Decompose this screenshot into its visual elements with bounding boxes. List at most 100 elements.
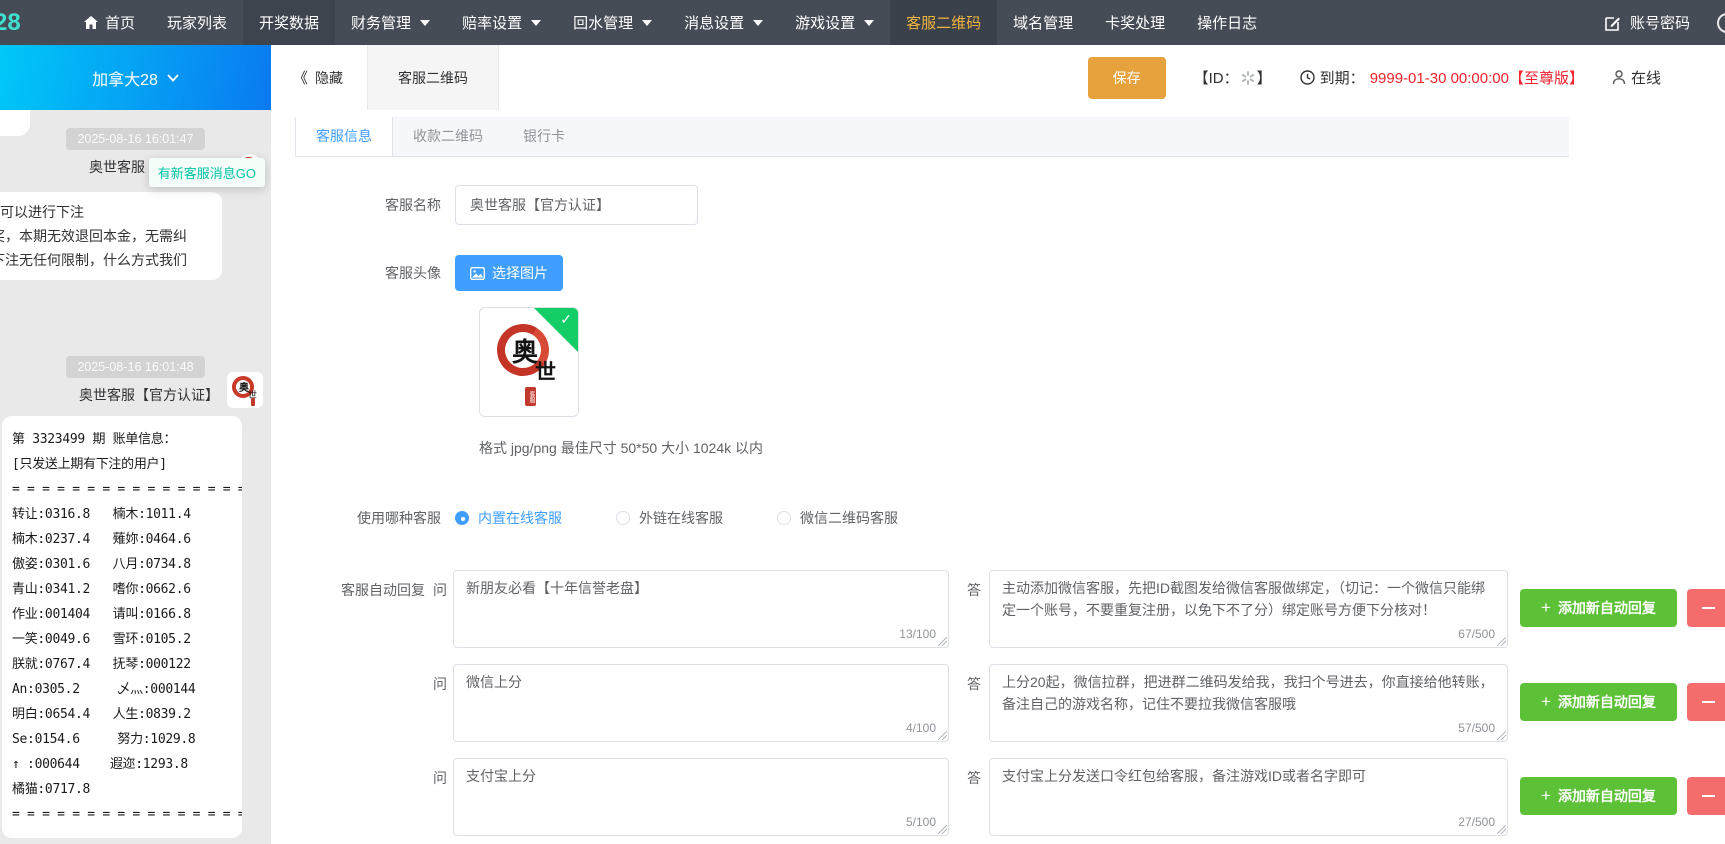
chevron-down-icon [531,20,541,26]
double-angle-left-icon: 《 [293,67,308,88]
delete-auto-reply-button[interactable] [1687,589,1725,627]
account-password-label: 账号密码 [1630,12,1690,33]
answer-mark-label: 答 [967,570,981,600]
nav-item-operation-log[interactable]: 操作日志 [1181,0,1273,45]
service-type-label: 使用哪种客服 [295,508,455,528]
expiry-prefix: 到期： [1320,67,1365,88]
choose-image-button[interactable]: 选择图片 [455,255,563,291]
radio-builtin-online-service[interactable]: 内置在线客服 [455,508,562,528]
image-icon [470,267,485,280]
nav-item-game-settings[interactable]: 游戏设置 [779,0,890,45]
chat-bubble-partial [0,110,30,136]
auto-reply-label: 客服自动回复 [295,570,425,600]
chevron-down-icon [642,20,652,26]
loading-spinner-icon [1241,71,1255,85]
nav-item-home[interactable]: 首页 [68,0,151,45]
plus-icon: + [1541,786,1551,806]
service-avatar-label: 客服头像 [295,263,455,283]
online-status: 在线 [1612,67,1661,88]
delete-auto-reply-button[interactable] [1687,683,1725,721]
auto-reply-row: 客服自动回复 问 新朋友必看【十年信誉老盘】 13/100 答 主动添加微信客服… [295,570,1725,648]
question-textarea[interactable]: 微信上分 4/100 [453,664,949,742]
main-menu: 首页 玩家列表 开奖数据 财务管理 赔率设置 回水管理 消息设置 游戏设置 客服… [68,0,1273,45]
open-page-tab[interactable]: 客服二维码 [367,45,499,110]
char-counter: 5/100 [901,811,936,833]
add-auto-reply-button[interactable]: + 添加新自动回复 [1520,589,1677,627]
hide-sidebar-button[interactable]: 《 隐藏 [293,67,343,88]
chat-timestamp: 2025-08-16 16:01:47 [66,128,204,150]
id-label: 【ID： 】 [1194,67,1272,88]
nav-item-message-settings[interactable]: 消息设置 [668,0,779,45]
save-button[interactable]: 保存 [1088,57,1166,99]
service-name-input[interactable]: 奥世客服【官方认证】 [455,185,698,225]
minus-icon [1702,795,1715,797]
add-auto-reply-button[interactable]: + 添加新自动回复 [1520,777,1677,815]
chat-sender-name: 奥世客服【官方认证】 [79,385,219,405]
auto-reply-row: 问 微信上分 4/100 答 上分20起，微信拉群，把进群二维码发给我，我扫个号… [295,664,1725,742]
chat-sender-row: 奥世客服【官方认证】 奥世 [0,382,263,408]
toolbar-right: 保存 【ID： 】 到期： 9999-01-30 00:00:00【至尊版】 在… [1088,57,1661,99]
nav-item-odds[interactable]: 赔率设置 [446,0,557,45]
plus-icon: + [1541,598,1551,618]
radio-external-online-service[interactable]: 外链在线客服 [616,508,723,528]
question-textarea[interactable]: 支付宝上分 5/100 [453,758,949,836]
service-avatar-row: 客服头像 选择图片 [295,255,1725,291]
service-name-row: 客服名称 奥世客服【官方认证】 [295,185,1725,225]
main-panel: 客服信息 收款二维码 银行卡 客服名称 奥世客服【官方认证】 客服头像 选择图片… [271,110,1725,844]
question-mark-label: 问 [433,758,447,788]
question-mark-label: 问 [433,664,447,694]
minus-icon [1702,701,1715,703]
chevron-down-icon [420,20,430,26]
minus-icon [1702,607,1715,609]
nav-item-players[interactable]: 玩家列表 [151,0,243,45]
content-tabs: 客服信息 收款二维码 银行卡 [295,117,1569,157]
char-counter: 4/100 [901,717,936,739]
radio-icon [777,511,791,525]
game-selector-label: 加拿大28 [92,66,158,90]
radio-icon [455,511,469,525]
delete-auto-reply-button[interactable] [1687,777,1725,815]
add-auto-reply-button[interactable]: + 添加新自动回复 [1520,683,1677,721]
chat-sidebar: 2025-08-16 16:01:47 奥世客服【官方认证】 奥 有新客服消息G… [0,110,271,844]
logout-icon[interactable] [1717,13,1725,33]
chat-message-bubble: 可以进行下注 奖，本期无效退回本金，无需纠 下注无任何限制，什么方式我们 [0,192,222,280]
plus-icon: + [1541,692,1551,712]
answer-textarea[interactable]: 主动添加微信客服，先把ID截图发给微信客服做绑定，（切记：一个微信只能绑定一个账… [989,570,1508,648]
account-password-button[interactable]: 账号密码 [1605,12,1725,33]
nav-item-rebate[interactable]: 回水管理 [557,0,668,45]
chat-message-bubble: 第 3323499 期 账单信息： [只发送上期有下注的用户] = = = = … [2,416,242,838]
char-counter: 57/500 [1453,717,1495,739]
avatar-preview[interactable]: 奥 世 客服 ✓ [479,307,579,417]
nav-item-finance[interactable]: 财务管理 [335,0,446,45]
nav-item-draw-data[interactable]: 开奖数据 [243,0,335,45]
nav-item-service-qrcode[interactable]: 客服二维码 [890,0,997,45]
answer-textarea[interactable]: 支付宝上分发送口令红包给客服，备注游戏ID或者名字即可 27/500 [989,758,1508,836]
answer-textarea[interactable]: 上分20起，微信拉群，把进群二维码发给我，我扫个号进去，你直接给他转账，备注自己… [989,664,1508,742]
auto-reply-row: 问 支付宝上分 5/100 答 支付宝上分发送口令红包给客服，备注游戏ID或者名… [295,758,1725,836]
chevron-down-icon [864,20,874,26]
tab-service-info[interactable]: 客服信息 [295,117,393,156]
radio-icon [616,511,630,525]
char-counter: 67/500 [1453,623,1495,645]
nav-item-label: 首页 [105,12,135,33]
toolbar: 加拿大28 《 隐藏 客服二维码 保存 【ID： 】 到期： 9999-01-3… [0,45,1725,110]
avatar: 奥世 [227,372,263,408]
nav-item-domains[interactable]: 域名管理 [997,0,1089,45]
tab-bank-card[interactable]: 银行卡 [503,117,585,156]
new-message-notification[interactable]: 有新客服消息GO [149,158,265,187]
answer-mark-label: 答 [967,664,981,694]
site-logo: 28 [0,9,28,37]
auto-reply-section: 客服自动回复 问 新朋友必看【十年信誉老盘】 13/100 答 主动添加微信客服… [295,570,1725,844]
answer-mark-label: 答 [967,758,981,788]
avatar-preview-wrap: 奥 世 客服 ✓ [479,307,1725,417]
question-textarea[interactable]: 新朋友必看【十年信誉老盘】 13/100 [453,570,949,648]
radio-wechat-qrcode-service[interactable]: 微信二维码客服 [777,508,898,528]
char-counter: 13/100 [894,623,936,645]
expiry-info: 到期： 9999-01-30 00:00:00【至尊版】 [1300,67,1584,88]
game-selector[interactable]: 加拿大28 [0,45,271,110]
nav-item-prize-handling[interactable]: 卡奖处理 [1089,0,1181,45]
content-area: 2025-08-16 16:01:47 奥世客服【官方认证】 奥 有新客服消息G… [0,110,1725,844]
tab-payment-qrcode[interactable]: 收款二维码 [393,117,503,156]
chevron-down-icon [167,74,179,82]
expiry-value: 9999-01-30 00:00:00【至尊版】 [1370,67,1584,88]
